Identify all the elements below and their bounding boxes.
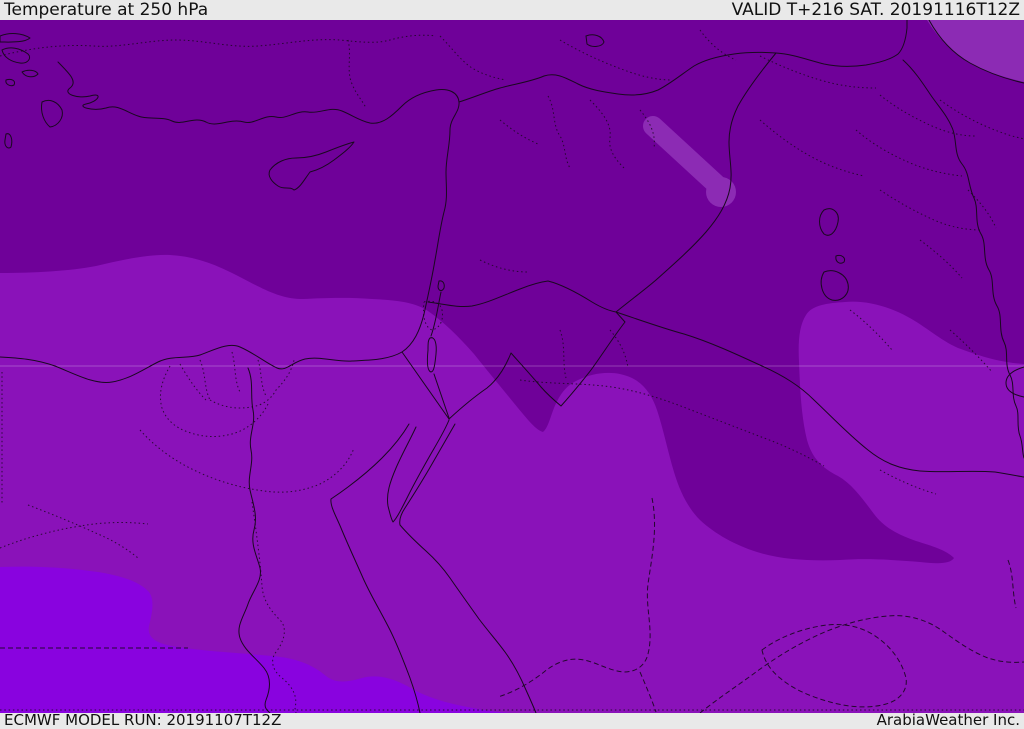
weather-map-canvas <box>0 20 1024 713</box>
valid-time-label: VALID T+216 SAT. 20191116T12Z <box>731 0 1020 20</box>
footer-bar: ECMWF MODEL RUN: 20191107T12Z ArabiaWeat… <box>0 711 1024 729</box>
weather-map-screenshot: Temperature at 250 hPa VALID T+216 SAT. … <box>0 0 1024 729</box>
model-run-label: ECMWF MODEL RUN: 20191107T12Z <box>4 711 282 729</box>
credit-label: ArabiaWeather Inc. <box>876 711 1020 729</box>
header-bar: Temperature at 250 hPa VALID T+216 SAT. … <box>0 0 1024 20</box>
map-title: Temperature at 250 hPa <box>4 0 209 20</box>
